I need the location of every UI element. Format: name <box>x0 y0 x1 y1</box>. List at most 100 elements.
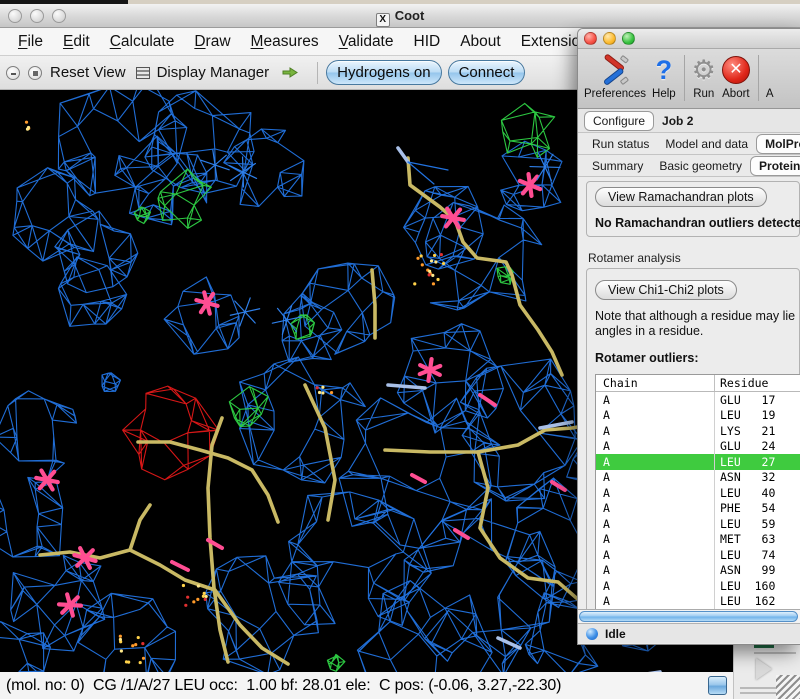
cell-residue: LEU 27 <box>715 455 775 469</box>
cell-residue: MET 63 <box>715 532 775 546</box>
status-indicator-icon <box>586 628 598 640</box>
screen: XCoot FileEditCalculateDrawMeasuresValid… <box>0 0 800 699</box>
menu-validate[interactable]: Validate <box>329 33 404 51</box>
diff-map-negative-mesh <box>123 386 219 480</box>
resize-grip[interactable] <box>776 675 800 699</box>
tab-summary[interactable]: Summary <box>584 157 651 175</box>
tools-icon <box>599 53 631 87</box>
status-grip-icon[interactable] <box>708 676 727 695</box>
table-row[interactable]: AASN 99 <box>596 563 800 579</box>
table-row[interactable]: ALEU 162 <box>596 594 800 610</box>
cell-residue: LEU 19 <box>715 408 775 422</box>
dialog-status-bar: Idle <box>578 623 800 643</box>
dialog-tool-a[interactable]: A <box>766 53 774 100</box>
cell-residue: LEU 162 <box>715 594 775 608</box>
table-row[interactable]: AGLU 24 <box>596 439 800 455</box>
abort-icon: ✕ <box>722 53 750 87</box>
dialog-tool-preferences[interactable]: Preferences <box>584 53 646 100</box>
table-row[interactable]: AASN 32 <box>596 470 800 486</box>
tab-basic-geometry[interactable]: Basic geometry <box>651 157 750 175</box>
cell-residue: LEU 40 <box>715 486 775 500</box>
main-window-titlebar[interactable]: XCoot <box>0 4 800 28</box>
cell-residue: LEU 160 <box>715 579 775 593</box>
dialog-close-button[interactable] <box>584 32 597 45</box>
main-status-bar: (mol. no: 0) CG /1/A/27 LEU occ: 1.00 bf… <box>0 672 733 699</box>
rotamer-outliers-table[interactable]: ChainResidueAGLU 17ALEU 19ALYS 21AGLU 24… <box>595 374 800 609</box>
dialog-horizontal-scrollbar[interactable] <box>578 609 800 623</box>
dialog-tool-label: Help <box>652 88 676 100</box>
menu-edit[interactable]: Edit <box>53 33 100 51</box>
hydrogens-on-button[interactable]: Hydrogens on <box>326 60 441 85</box>
table-row[interactable]: ALEU 40 <box>596 485 800 501</box>
toolbar-toggle2-icon[interactable] <box>28 66 42 80</box>
table-row[interactable]: ALEU 19 <box>596 408 800 424</box>
dialog-toolbar-separator <box>684 55 685 101</box>
play-icon[interactable] <box>756 658 772 680</box>
tab-configure[interactable]: Configure <box>584 111 654 131</box>
menu-draw[interactable]: Draw <box>184 33 240 51</box>
tab-job-2[interactable]: Job 2 <box>654 112 701 130</box>
dialog-tool-label: Run <box>693 88 714 100</box>
dialog-tool-run[interactable]: ⚙Run <box>692 53 716 100</box>
table-row[interactable]: ALEU 59 <box>596 516 800 532</box>
cell-chain: A <box>596 594 715 610</box>
scrollbar-thumb[interactable] <box>579 611 798 622</box>
cell-residue: LEU 59 <box>715 517 775 531</box>
dialog-minimize-button[interactable] <box>603 32 616 45</box>
fragment-rule <box>754 652 796 654</box>
tab-protein[interactable]: Protein <box>750 156 800 176</box>
menu-file[interactable]: File <box>8 33 53 51</box>
dialog-tool-label: A <box>766 88 774 100</box>
rotamer-note-line1: Note that although a residue may lie <box>595 309 791 324</box>
table-row[interactable]: APHE 54 <box>596 501 800 517</box>
ramachandran-section: View Ramachandran plots No Ramachandran … <box>586 181 800 237</box>
table-row[interactable]: ALEU 27 <box>596 454 800 470</box>
display-manager-button[interactable]: Display Manager <box>157 64 270 81</box>
dialog-toolbar-separator <box>758 55 759 101</box>
rotamer-note-line2: angles in a residue. <box>595 324 791 339</box>
dialog-tool-label: Preferences <box>584 88 646 100</box>
cell-chain: A <box>596 501 715 517</box>
dialog-tool-help[interactable]: ?Help <box>652 53 676 100</box>
menu-hid[interactable]: HID <box>404 33 451 51</box>
tab-run-status[interactable]: Run status <box>584 135 657 153</box>
cell-chain: A <box>596 516 715 532</box>
view-ramachandran-plots-button[interactable]: View Ramachandran plots <box>595 187 767 207</box>
atom-info-status-text: (mol. no: 0) CG /1/A/27 LEU occ: 1.00 bf… <box>6 677 708 695</box>
table-header-row: ChainResidue <box>596 375 800 392</box>
table-row[interactable]: AMET 63 <box>596 532 800 548</box>
reset-view-button[interactable]: Reset View <box>50 64 126 81</box>
column-header-residue[interactable]: Residue <box>715 376 768 390</box>
dialog-zoom-button[interactable] <box>622 32 635 45</box>
cell-chain: A <box>596 439 715 455</box>
tab-molprobity[interactable]: MolProbity <box>756 134 800 154</box>
cell-chain: A <box>596 408 715 424</box>
cell-chain: A <box>596 454 715 470</box>
connect-button[interactable]: Connect <box>448 60 526 85</box>
dialog-toolbar: Preferences ?Help ⚙Run✕Abort A <box>578 49 800 109</box>
table-row[interactable]: ALYS 21 <box>596 423 800 439</box>
table-row[interactable]: ALEU 74 <box>596 547 800 563</box>
rotamer-analysis-label: Rotamer analysis <box>588 251 800 265</box>
dialog-tool-abort[interactable]: ✕Abort <box>722 53 750 100</box>
column-header-chain[interactable]: Chain <box>596 375 715 391</box>
go-arrow-icon[interactable] <box>281 65 299 80</box>
dialog-titlebar[interactable] <box>578 29 800 49</box>
toolbar-toggle-icon[interactable] <box>6 66 20 80</box>
menu-measures[interactable]: Measures <box>241 33 329 51</box>
tab-model-and-data[interactable]: Model and data <box>657 135 756 153</box>
cell-residue: PHE 54 <box>715 501 775 515</box>
job-tabs: ConfigureJob 2 <box>578 109 800 133</box>
cell-chain: A <box>596 470 715 486</box>
table-row[interactable]: ALEU 160 <box>596 578 800 594</box>
table-row[interactable]: AGLU 17 <box>596 392 800 408</box>
window-title: XCoot <box>0 8 800 27</box>
cell-chain: A <box>596 578 715 594</box>
view-chi1-chi2-plots-button[interactable]: View Chi1-Chi2 plots <box>595 280 737 300</box>
menu-about[interactable]: About <box>450 33 511 51</box>
dialog-tool-label: Abort <box>722 88 750 100</box>
menu-calculate[interactable]: Calculate <box>100 33 185 51</box>
fragment-green-mark <box>754 645 774 648</box>
cell-chain: A <box>596 485 715 501</box>
cell-residue: ASN 99 <box>715 563 775 577</box>
